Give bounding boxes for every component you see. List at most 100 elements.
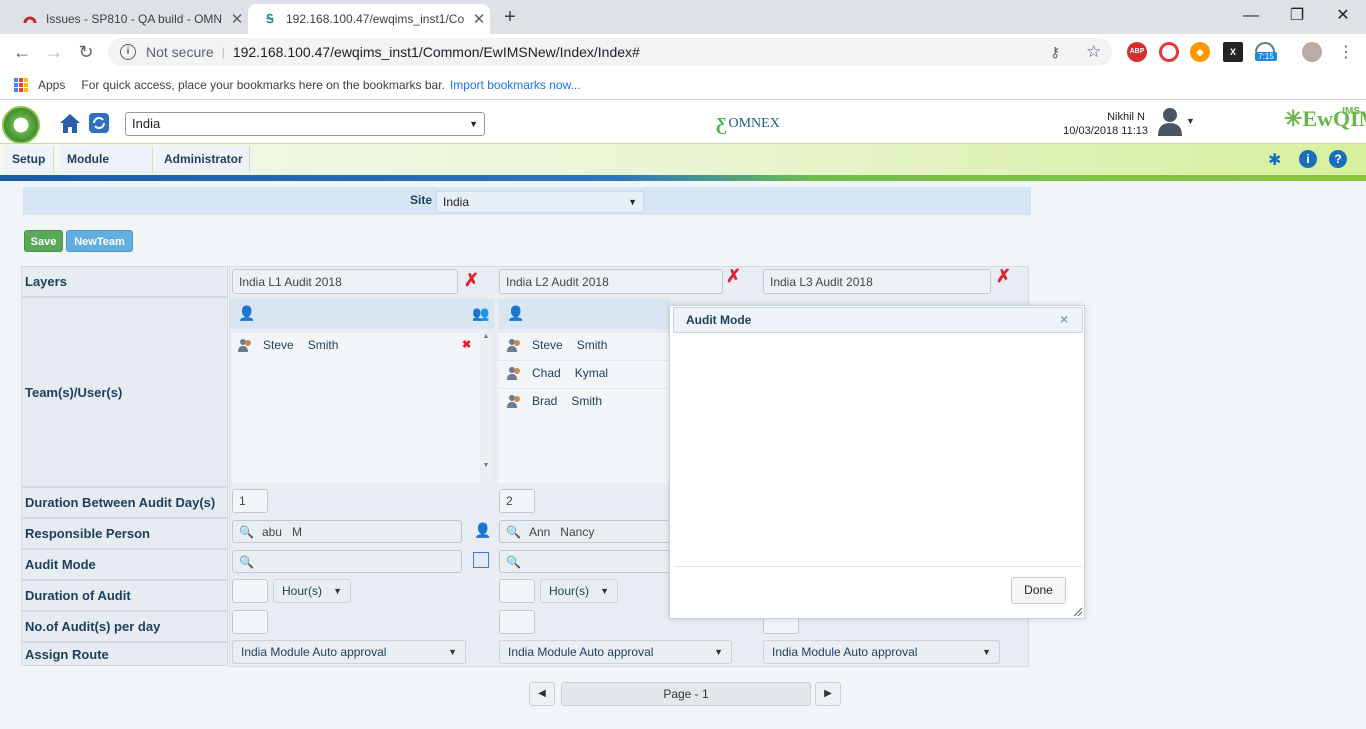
close-window-button[interactable]: ✕: [1320, 2, 1366, 30]
delete-layer-icon[interactable]: ✗: [726, 266, 741, 287]
key-icon[interactable]: ⚷: [1050, 44, 1060, 61]
duration-audit-input[interactable]: [499, 579, 535, 603]
assign-route-dropdown[interactable]: India Module Auto approval ▼: [499, 640, 732, 664]
new-tab-button[interactable]: +: [498, 6, 522, 30]
duration-days-input[interactable]: 1: [232, 489, 268, 513]
divider: [674, 566, 1082, 567]
duration-unit-dropdown[interactable]: Hour(s) ▼: [273, 579, 351, 603]
back-icon[interactable]: ←: [10, 40, 34, 64]
audit-mode-input[interactable]: 🔍: [232, 550, 462, 573]
delete-layer-icon[interactable]: ✗: [996, 266, 1011, 287]
chevron-down-icon[interactable]: ▼: [1186, 116, 1195, 126]
row-label-layers: Layers: [21, 266, 228, 297]
duration-unit-dropdown[interactable]: Hour(s) ▼: [540, 579, 618, 603]
assign-route-dropdown[interactable]: India Module Auto approval ▼: [232, 640, 466, 664]
pin-icon[interactable]: ✱: [1268, 150, 1281, 170]
user-list: [498, 333, 670, 483]
user-icon: [506, 394, 522, 408]
responsible-person-input[interactable]: 🔍 abu M: [232, 520, 462, 543]
help-icon[interactable]: ?: [1329, 150, 1347, 168]
timer-extension-icon[interactable]: 7:15: [1255, 42, 1277, 64]
team-toolbar: [230, 299, 494, 329]
extension-icon[interactable]: ◆: [1190, 42, 1210, 62]
restore-button[interactable]: ❐: [1274, 2, 1320, 30]
reload-icon[interactable]: ↻: [74, 40, 98, 64]
add-user-icon[interactable]: 👤: [238, 305, 255, 322]
close-icon[interactable]: ✕: [468, 10, 490, 28]
site-selector-value: India: [132, 116, 161, 131]
menu-module-setup[interactable]: Module Setup: [59, 146, 153, 193]
chevron-down-icon: ▼: [714, 647, 723, 657]
duration-audit-input[interactable]: [232, 579, 268, 603]
menu-setup[interactable]: Setup: [4, 146, 55, 173]
done-button[interactable]: Done: [1011, 577, 1066, 604]
adblock-icon[interactable]: ABP: [1127, 42, 1147, 62]
browser-tab-issues[interactable]: Issues - SP810 - QA build - OMN ✕: [8, 4, 248, 34]
list-item[interactable]: Chad Kymal: [506, 366, 608, 380]
responsible-person-input[interactable]: 🔍 Ann Nancy: [499, 520, 670, 543]
more-menu-icon[interactable]: ⋮: [1338, 42, 1354, 62]
refresh-icon[interactable]: [88, 112, 110, 134]
user-last-name: Smith: [571, 394, 603, 408]
site-dropdown[interactable]: India ▼: [436, 191, 644, 213]
jira-icon: [22, 11, 38, 27]
row-label-audits-per-day: No.of Audit(s) per day: [21, 611, 228, 642]
apps-icon[interactable]: [14, 77, 28, 92]
add-user-icon[interactable]: 👤: [474, 522, 491, 539]
delete-layer-icon[interactable]: ✗: [464, 270, 479, 291]
duration-days-input[interactable]: 2: [499, 489, 535, 513]
forward-icon[interactable]: →: [42, 40, 66, 64]
list-item[interactable]: Steve Smith: [506, 338, 607, 352]
user-avatar-icon[interactable]: [1156, 106, 1184, 136]
row-label-duration-between: Duration Between Audit Day(s): [21, 487, 228, 518]
menu-administrator[interactable]: Administrator: [156, 146, 250, 173]
chevron-down-icon: ▼: [448, 647, 457, 657]
x-extension-icon[interactable]: X: [1223, 42, 1243, 62]
close-icon[interactable]: ✕: [226, 10, 248, 28]
user-name: Nikhil N: [1107, 111, 1145, 123]
minimize-button[interactable]: —: [1228, 2, 1274, 30]
browser-tab-ewqims[interactable]: Ꭶ 192.168.100.47/ewqims_inst1/Co ✕: [248, 4, 490, 34]
assign-route-value: India Module Auto approval: [241, 645, 387, 659]
divider: [498, 388, 670, 389]
star-icon[interactable]: ☆: [1086, 42, 1101, 62]
prev-page-button[interactable]: ◀: [529, 682, 555, 706]
next-page-button[interactable]: ▶: [815, 682, 841, 706]
user-icon: [237, 338, 253, 352]
layer-name-input[interactable]: India L2 Audit 2018: [499, 269, 723, 294]
audits-per-day-input[interactable]: [232, 610, 268, 634]
list-item[interactable]: Brad Smith: [506, 394, 602, 408]
resize-handle-icon[interactable]: [1071, 605, 1083, 617]
security-label: Not secure: [146, 44, 214, 60]
assign-route-dropdown[interactable]: India Module Auto approval ▼: [763, 640, 1000, 664]
layer-name-input[interactable]: India L1 Audit 2018: [232, 269, 458, 294]
bookmarks-bar: Apps For quick access, place your bookma…: [0, 70, 1366, 100]
audits-per-day-input[interactable]: [499, 610, 535, 634]
add-team-icon[interactable]: 👥: [472, 305, 489, 322]
home-icon[interactable]: [58, 111, 82, 135]
import-bookmarks-link[interactable]: Import bookmarks now...: [450, 78, 581, 92]
address-bar[interactable]: i Not secure | 192.168.100.47/ewqims_ins…: [108, 38, 1112, 66]
info-icon[interactable]: i: [1299, 150, 1317, 168]
duration-unit-value: Hour(s): [282, 584, 323, 598]
responsible-person-value: Ann Nancy: [528, 524, 595, 539]
search-icon: 🔍: [506, 524, 521, 539]
omnex-icon: Ꭶ: [266, 11, 274, 26]
profile-avatar[interactable]: [1302, 42, 1322, 62]
apps-link[interactable]: Apps: [38, 78, 65, 92]
info-icon[interactable]: i: [120, 44, 136, 60]
app-logo-icon[interactable]: [2, 106, 40, 144]
list-item[interactable]: Steve Smith: [237, 338, 338, 352]
responsible-person-value: abu M: [261, 524, 302, 539]
save-button[interactable]: Save: [24, 230, 63, 252]
new-team-button[interactable]: NewTeam: [66, 230, 133, 252]
audit-mode-input[interactable]: 🔍: [499, 550, 670, 573]
scrollbar[interactable]: ▲ ▼: [480, 333, 492, 483]
close-icon[interactable]: ×: [1060, 311, 1068, 327]
remove-user-icon[interactable]: ✖: [462, 338, 471, 351]
edit-audit-mode-icon[interactable]: [473, 552, 489, 568]
site-selector[interactable]: India ▼: [125, 112, 485, 136]
layer-name-input[interactable]: India L3 Audit 2018: [763, 269, 991, 294]
opera-icon[interactable]: [1159, 42, 1179, 62]
add-user-icon[interactable]: 👤: [507, 305, 524, 322]
